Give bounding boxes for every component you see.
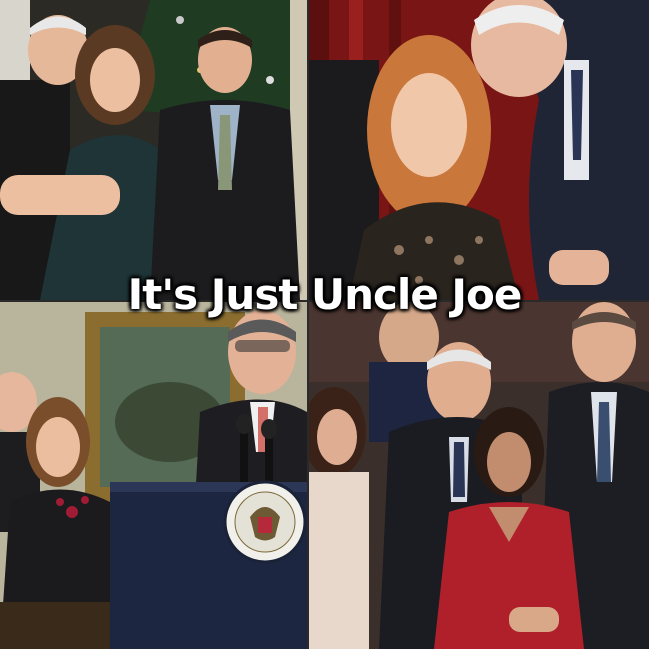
- photo-top-left-scene: [0, 0, 307, 300]
- photo-top-left: [0, 0, 307, 300]
- photo-bottom-left-scene: [0, 302, 307, 649]
- meme-caption: It's Just Uncle Joe: [127, 270, 523, 319]
- photo-bottom-right-scene: [309, 302, 649, 649]
- photo-top-right: [309, 0, 649, 300]
- photo-top-right-scene: [309, 0, 649, 300]
- photo-collage: It's Just Uncle Joe: [0, 0, 649, 649]
- divider-vertical: [307, 0, 309, 649]
- photo-bottom-right: [309, 302, 649, 649]
- photo-bottom-left: [0, 302, 307, 649]
